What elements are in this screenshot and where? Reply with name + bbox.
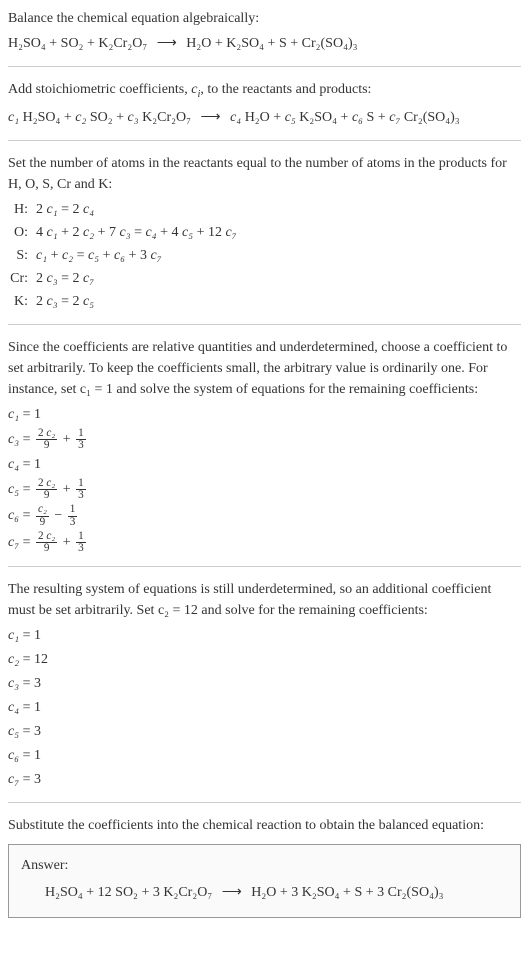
coeff-row: c₇ = 3 bbox=[8, 769, 521, 790]
atom-label: O: bbox=[8, 222, 36, 243]
coeff-row: c₄ = 1 bbox=[8, 697, 521, 718]
atom-equation: 2 c₃ = 2 c₅ bbox=[36, 291, 521, 312]
coeff-row: c₆ = 1 bbox=[8, 745, 521, 766]
term: S + bbox=[363, 110, 389, 125]
atom-label: K: bbox=[8, 291, 36, 312]
coeff-row: c₇ = 2 c₂9 + 13 bbox=[8, 531, 521, 554]
step3-section: Set the number of atoms in the reactants… bbox=[8, 153, 521, 312]
eq-rhs: H₂O + K₂SO₄ + S + Cr₂(SO₄)₃ bbox=[186, 36, 357, 51]
eq-lhs: H₂SO₄ + SO₂ + K₂Cr₂O₇ bbox=[8, 36, 147, 51]
coeff: c₁ bbox=[8, 110, 19, 125]
coeff: c₇ bbox=[389, 110, 400, 125]
term: H₂SO₄ + bbox=[19, 110, 75, 125]
atom-row: S:c₁ + c₂ = c₅ + c₆ + 3 c₇ bbox=[8, 245, 521, 266]
atom-equations: H:2 c₁ = 2 c₄O:4 c₁ + 2 c₂ + 7 c₃ = c₄ +… bbox=[8, 199, 521, 312]
coeff-row: c₃ = 3 bbox=[8, 673, 521, 694]
divider bbox=[8, 566, 521, 567]
atom-row: H:2 c₁ = 2 c₄ bbox=[8, 199, 521, 220]
atom-equation: 2 c₁ = 2 c₄ bbox=[36, 199, 521, 220]
coeff: c₅ bbox=[285, 110, 296, 125]
atom-equation: c₁ + c₂ = c₅ + c₆ + 3 c₇ bbox=[36, 245, 521, 266]
atom-row: Cr:2 c₃ = 2 c₇ bbox=[8, 268, 521, 289]
coeff-list-fractions: c₁ = 1 c₃ = 2 c₂9 + 13 c₄ = 1 c₅ = 2 c₂9 + … bbox=[8, 404, 521, 555]
atom-label: Cr: bbox=[8, 268, 36, 289]
term: Cr₂(SO₄)₃ bbox=[400, 110, 459, 125]
arrow-icon: ⟶ bbox=[157, 36, 177, 51]
coeff-row: c₂ = 12 bbox=[8, 649, 521, 670]
atom-label: S: bbox=[8, 245, 36, 266]
step2-equation: c₁ H₂SO₄ + c₂ SO₂ + c₃ K₂Cr₂O₇ ⟶ c₄ H₂O … bbox=[8, 107, 521, 128]
step2-section: Add stoichiometric coefficients, ci, to … bbox=[8, 79, 521, 128]
step6-text: Substitute the coefficients into the che… bbox=[8, 815, 521, 836]
coeff-row: c₅ = 2 c₂9 + 13 bbox=[8, 478, 521, 501]
term: K₂Cr₂O₇ bbox=[139, 110, 191, 125]
eq-rhs: H₂O + 3 K₂SO₄ + S + 3 Cr₂(SO₄)₃ bbox=[251, 885, 443, 900]
coeff-row: c₁ = 1 bbox=[8, 625, 521, 646]
intro-section: Balance the chemical equation algebraica… bbox=[8, 8, 521, 54]
coeff-row: c₄ = 1 bbox=[8, 454, 521, 475]
intro-equation: H₂SO₄ + SO₂ + K₂Cr₂O₇ ⟶ H₂O + K₂SO₄ + S … bbox=[8, 33, 521, 54]
coeff: c₄ bbox=[230, 110, 241, 125]
term: K₂SO₄ + bbox=[296, 110, 352, 125]
arrow-icon: ⟶ bbox=[222, 885, 242, 900]
term: H₂O + bbox=[241, 110, 285, 125]
divider bbox=[8, 324, 521, 325]
coeff-list-values: c₁ = 1 c₂ = 12 c₃ = 3 c₄ = 1 c₅ = 3 c₆ = 1 c₇ … bbox=[8, 625, 521, 790]
step5-text: The resulting system of equations is sti… bbox=[8, 579, 521, 621]
atom-row: K:2 c₃ = 2 c₅ bbox=[8, 291, 521, 312]
coeff: c₆ bbox=[352, 110, 363, 125]
step5-section: The resulting system of equations is sti… bbox=[8, 579, 521, 790]
step4-section: Since the coefficients are relative quan… bbox=[8, 337, 521, 555]
atom-equation: 2 c₃ = 2 c₇ bbox=[36, 268, 521, 289]
atom-row: O:4 c₁ + 2 c₂ + 7 c₃ = c₄ + 4 c₅ + 12 c₇ bbox=[8, 222, 521, 243]
step4-text: Since the coefficients are relative quan… bbox=[8, 337, 521, 400]
answer-equation: H₂SO₄ + 12 SO₂ + 3 K₂Cr₂O₇ ⟶ H₂O + 3 K₂S… bbox=[21, 882, 508, 903]
atom-label: H: bbox=[8, 199, 36, 220]
step6-section: Substitute the coefficients into the che… bbox=[8, 815, 521, 918]
divider bbox=[8, 802, 521, 803]
eq-lhs: H₂SO₄ + 12 SO₂ + 3 K₂Cr₂O₇ bbox=[45, 885, 212, 900]
coeff-row: c₆ = c₂9 − 13 bbox=[8, 504, 521, 527]
coeff-row: c₁ = 1 bbox=[8, 404, 521, 425]
step3-text: Set the number of atoms in the reactants… bbox=[8, 153, 521, 195]
answer-box: Answer: H₂SO₄ + 12 SO₂ + 3 K₂Cr₂O₇ ⟶ H₂O… bbox=[8, 844, 521, 918]
intro-text: Balance the chemical equation algebraica… bbox=[8, 8, 521, 29]
atom-equation: 4 c₁ + 2 c₂ + 7 c₃ = c₄ + 4 c₅ + 12 c₇ bbox=[36, 222, 521, 243]
divider bbox=[8, 66, 521, 67]
text-fragment: Add stoichiometric coefficients, bbox=[8, 82, 191, 97]
coeff-row: c₃ = 2 c₂9 + 13 bbox=[8, 428, 521, 451]
text-fragment: , to the reactants and products: bbox=[200, 82, 371, 97]
coeff: c₂ bbox=[75, 110, 86, 125]
coeff: c₃ bbox=[128, 110, 139, 125]
arrow-icon: ⟶ bbox=[201, 110, 221, 125]
term: SO₂ + bbox=[86, 110, 127, 125]
divider bbox=[8, 140, 521, 141]
coeff-row: c₅ = 3 bbox=[8, 721, 521, 742]
step2-text: Add stoichiometric coefficients, ci, to … bbox=[8, 79, 521, 103]
answer-label: Answer: bbox=[21, 855, 508, 876]
